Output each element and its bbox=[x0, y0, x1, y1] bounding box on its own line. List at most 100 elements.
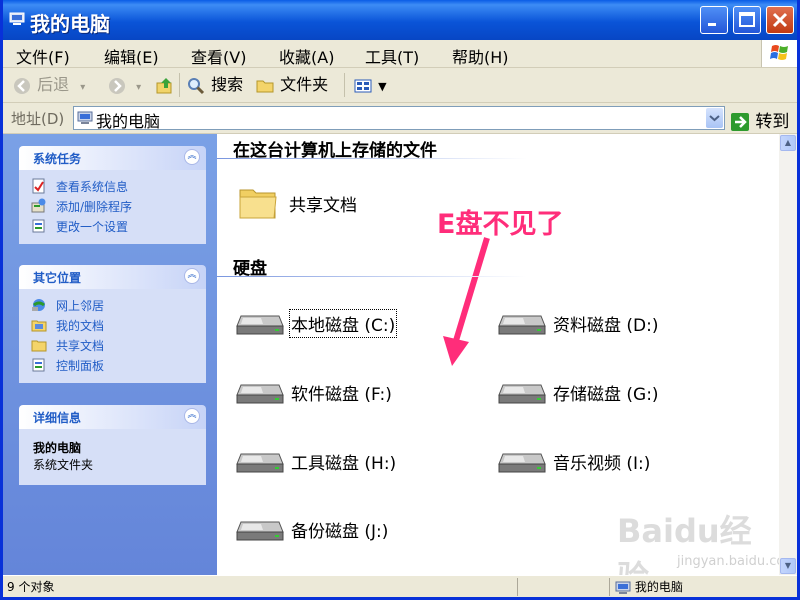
place-shared-documents[interactable]: 共享文档 bbox=[19, 335, 206, 355]
drive-j[interactable]: 备份磁盘 (J:) bbox=[235, 508, 455, 548]
drive-label: 工具磁盘 (H:) bbox=[291, 454, 397, 474]
back-arrow-icon bbox=[14, 77, 30, 94]
menu-file[interactable]: 文件(F) bbox=[16, 44, 70, 68]
system-tasks-title: 系统任务 bbox=[33, 152, 82, 166]
add-remove-programs-icon bbox=[31, 198, 46, 213]
computer-icon bbox=[9, 12, 25, 25]
menu-view[interactable]: 查看(V) bbox=[191, 44, 246, 68]
scroll-down-button[interactable]: ▼ bbox=[780, 558, 796, 574]
network-icon bbox=[32, 299, 45, 311]
folder-icon bbox=[256, 80, 274, 92]
details-title: 详细信息 bbox=[33, 411, 82, 425]
minimize-icon bbox=[708, 23, 716, 26]
place-control-panel[interactable]: 控制面板 bbox=[19, 355, 206, 375]
collapse-chevron-icon[interactable]: ︽ bbox=[184, 268, 200, 284]
menu-edit[interactable]: 编辑(E) bbox=[104, 44, 159, 68]
place-label: 我的文档 bbox=[56, 319, 105, 333]
place-label: 网上邻居 bbox=[56, 299, 105, 313]
menu-bar: 文件(F) 编辑(E) 查看(V) 收藏(A) 工具(T) 帮助(H) bbox=[3, 40, 797, 68]
place-my-documents[interactable]: 我的文档 bbox=[19, 315, 206, 335]
status-object-count: 9 个对象 bbox=[7, 578, 518, 596]
drive-c[interactable]: 本地磁盘 (C:) bbox=[235, 302, 455, 342]
drive-label: 软件磁盘 (F:) bbox=[291, 385, 392, 405]
views-button[interactable]: ▼ bbox=[353, 73, 387, 97]
computer-icon bbox=[77, 111, 93, 124]
address-label: 地址(D) bbox=[11, 110, 65, 128]
details-panel: 详细信息 ︽ 我的电脑 系统文件夹 bbox=[19, 405, 206, 485]
forward-dropdown-icon[interactable]: ▾ bbox=[136, 82, 141, 93]
details-name: 我的电脑 bbox=[33, 441, 82, 455]
drive-label: 存储磁盘 (G:) bbox=[553, 385, 659, 405]
menu-help[interactable]: 帮助(H) bbox=[452, 44, 509, 68]
folder-icon bbox=[31, 340, 47, 352]
system-tasks-header[interactable]: 系统任务 ︽ bbox=[19, 146, 206, 170]
explorer-window: 我的电脑 文件(F) 编辑(E) 查看(V) 收藏(A) 工具(T) 帮助(H) bbox=[0, 0, 800, 600]
up-folder-button[interactable] bbox=[155, 73, 175, 97]
drive-f[interactable]: 软件磁盘 (F:) bbox=[235, 371, 455, 411]
close-icon bbox=[772, 12, 788, 28]
drive-label: 本地磁盘 (C:) bbox=[288, 309, 398, 338]
vertical-scrollbar[interactable]: ▲ ▼ bbox=[779, 134, 797, 575]
section-divider bbox=[217, 276, 527, 277]
task-add-remove-programs[interactable]: 添加/删除程序 bbox=[19, 196, 206, 216]
status-location-label: 我的电脑 bbox=[634, 580, 683, 594]
drive-i[interactable]: 音乐视频 (I:) bbox=[497, 440, 717, 480]
window-title: 我的电脑 bbox=[30, 12, 110, 36]
folder-icon bbox=[239, 189, 277, 219]
go-arrow-icon bbox=[731, 113, 749, 131]
menu-tools[interactable]: 工具(T) bbox=[365, 44, 419, 68]
minimize-button[interactable] bbox=[700, 6, 728, 34]
menu-favorites[interactable]: 收藏(A) bbox=[279, 44, 334, 68]
other-places-title: 其它位置 bbox=[33, 271, 82, 285]
go-label: 转到 bbox=[755, 112, 790, 132]
drive-g[interactable]: 存储磁盘 (G:) bbox=[497, 371, 717, 411]
views-icon bbox=[354, 79, 372, 92]
close-button[interactable] bbox=[766, 6, 794, 34]
windows-logo bbox=[761, 40, 797, 67]
maximize-button[interactable] bbox=[733, 6, 761, 34]
windows-flag-icon bbox=[770, 45, 788, 60]
drive-label: 资料磁盘 (D:) bbox=[553, 316, 659, 336]
place-network[interactable]: 网上邻居 bbox=[19, 295, 206, 315]
other-places-panel: 其它位置 ︽ 网上邻居 我的文档 共享文档 控制面板 bbox=[19, 265, 206, 383]
watermark-url: jingyan.baidu.com bbox=[677, 554, 779, 569]
back-dropdown-icon[interactable]: ▾ bbox=[80, 82, 85, 93]
drive-label: 音乐视频 (I:) bbox=[553, 454, 651, 474]
back-button[interactable]: 后退 ▾ bbox=[12, 73, 85, 97]
drive-label: 备份磁盘 (J:) bbox=[291, 522, 389, 542]
go-button[interactable]: 转到 bbox=[730, 107, 789, 132]
up-folder-icon bbox=[156, 77, 172, 93]
task-change-setting[interactable]: 更改一个设置 bbox=[19, 216, 206, 236]
status-blank bbox=[519, 578, 610, 596]
hard-drive-icon bbox=[498, 384, 546, 404]
details-header[interactable]: 详细信息 ︽ bbox=[19, 405, 206, 429]
search-icon bbox=[188, 77, 205, 94]
forward-button[interactable]: ▾ bbox=[107, 73, 141, 97]
task-label: 查看系统信息 bbox=[56, 180, 129, 194]
toolbar-separator bbox=[179, 73, 180, 97]
collapse-chevron-icon[interactable]: ︽ bbox=[184, 149, 200, 165]
drive-d[interactable]: 资料磁盘 (D:) bbox=[497, 302, 717, 342]
status-bar: 9 个对象 我的电脑 bbox=[3, 575, 797, 597]
folders-button[interactable]: 文件夹 bbox=[255, 73, 328, 97]
address-input[interactable]: 我的电脑 bbox=[73, 106, 725, 131]
task-view-system-info[interactable]: 查看系统信息 bbox=[19, 176, 206, 196]
folders-label: 文件夹 bbox=[280, 75, 329, 94]
scroll-up-button[interactable]: ▲ bbox=[780, 135, 796, 151]
title-bar[interactable]: 我的电脑 bbox=[3, 0, 797, 40]
system-info-icon bbox=[32, 178, 45, 194]
address-dropdown-button[interactable] bbox=[706, 108, 723, 128]
control-panel-icon bbox=[32, 219, 45, 233]
maximize-icon bbox=[739, 12, 755, 27]
chevron-down-icon bbox=[709, 115, 720, 122]
address-bar: 地址(D) 我的电脑 转到 bbox=[3, 103, 797, 134]
drive-h[interactable]: 工具磁盘 (H:) bbox=[235, 440, 455, 480]
task-label: 添加/删除程序 bbox=[56, 200, 133, 214]
search-label: 搜索 bbox=[211, 75, 244, 94]
other-places-header[interactable]: 其它位置 ︽ bbox=[19, 265, 206, 289]
computer-icon bbox=[615, 581, 631, 594]
hard-drive-icon bbox=[236, 521, 284, 541]
search-button[interactable]: 搜索 bbox=[186, 73, 243, 97]
place-label: 控制面板 bbox=[56, 359, 105, 373]
collapse-chevron-icon[interactable]: ︽ bbox=[184, 408, 200, 424]
